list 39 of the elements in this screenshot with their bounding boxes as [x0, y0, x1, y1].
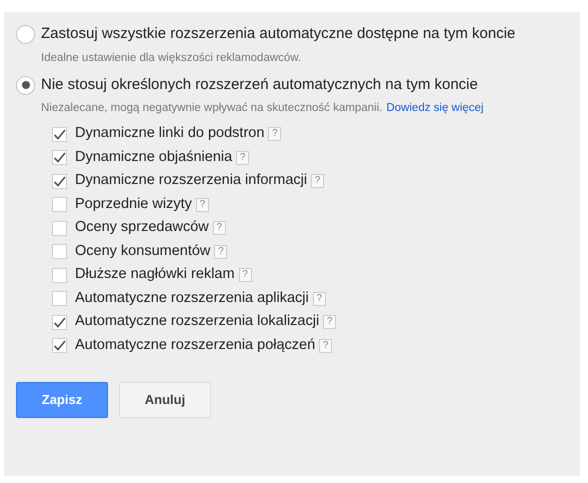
extension-label: Dynamiczne rozszerzenia informacji — [75, 171, 308, 190]
learn-more-link[interactable]: Dowiedz się więcej — [386, 100, 484, 118]
help-icon[interactable]: ? — [319, 338, 332, 353]
extension-label: Automatyczne rozszerzenia aplikacji — [75, 288, 309, 308]
save-button[interactable]: Zapisz — [16, 382, 108, 418]
help-icon[interactable]: ? — [236, 150, 250, 165]
extension-label: Poprzednie wizyty — [75, 194, 192, 214]
radio-button[interactable] — [16, 24, 35, 44]
checkbox[interactable] — [52, 150, 67, 166]
extension-label: Dłuższe nagłówki reklam — [75, 265, 235, 284]
extension-label: Dynamiczne linki do podstron — [75, 124, 264, 144]
cancel-button[interactable]: Anuluj — [119, 382, 211, 418]
checkbox[interactable] — [52, 314, 67, 330]
help-icon[interactable]: ? — [212, 221, 226, 236]
checkbox[interactable] — [52, 197, 67, 212]
help-icon[interactable]: ? — [214, 244, 228, 259]
checkbox[interactable] — [52, 338, 67, 354]
help-icon[interactable]: ? — [312, 292, 326, 306]
checkbox[interactable] — [52, 174, 67, 189]
option-description: Idealne ustawienie dla większości reklamodawców. — [41, 50, 302, 66]
checkbox[interactable] — [52, 291, 67, 306]
checkbox[interactable] — [52, 244, 67, 260]
option-label: Nie stosuj określonych rozszerzeń automatycznych na tym koncie — [41, 74, 478, 95]
help-icon[interactable]: ? — [323, 315, 336, 330]
help-icon[interactable]: ? — [238, 268, 252, 282]
help-icon[interactable]: ? — [311, 174, 324, 188]
extension-label: Automatyczne rozszerzenia połączeń — [75, 336, 316, 355]
extension-label: Oceny sprzedawców — [75, 218, 209, 238]
option-description: Niezalecane, mogą negatywnie wpływać na skuteczność kampanii. — [41, 101, 382, 116]
option-label: Zastosuj wszystkie rozszerzenia automatyczne dostępne na tym koncie — [41, 24, 516, 44]
extension-label: Automatyczne rozszerzenia lokalizacji — [75, 312, 320, 332]
checkbox[interactable] — [52, 126, 67, 142]
checkbox[interactable] — [52, 220, 67, 236]
help-icon[interactable]: ? — [268, 127, 282, 142]
checkbox[interactable] — [52, 268, 67, 283]
extension-label: Oceny konsumentów — [75, 242, 210, 261]
help-icon[interactable]: ? — [196, 198, 209, 212]
extension-label: Dynamiczne objaśnienia — [75, 148, 232, 167]
radio-button[interactable] — [16, 76, 35, 94]
